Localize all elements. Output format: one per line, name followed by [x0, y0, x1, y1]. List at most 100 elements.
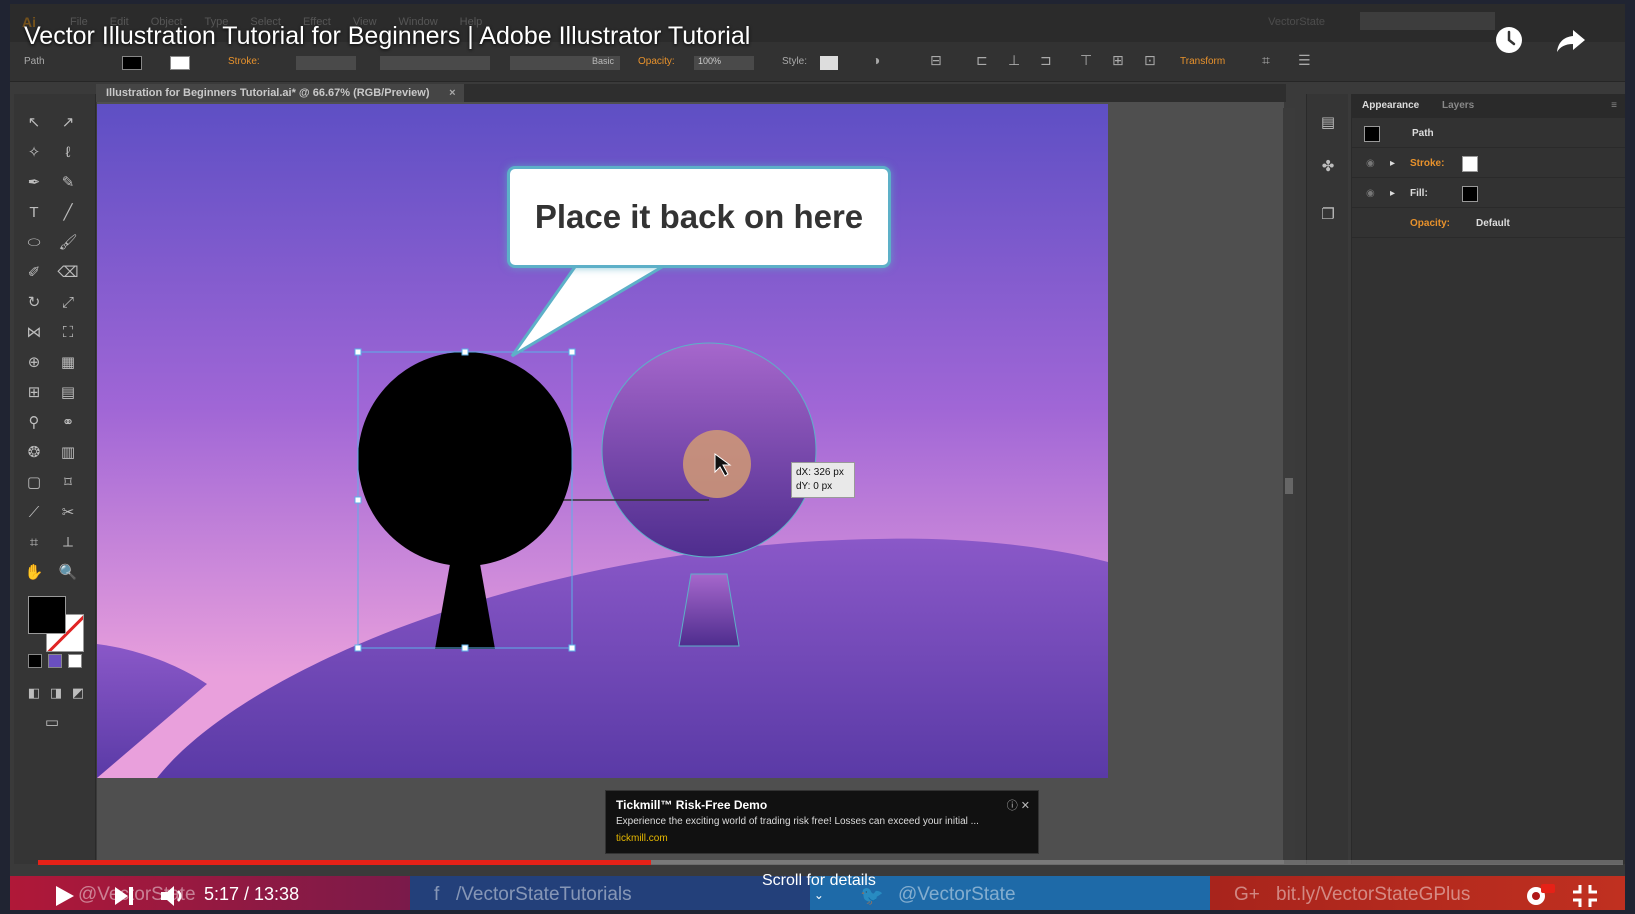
- curvature-tool-icon[interactable]: ✎: [56, 172, 80, 194]
- opacity-field[interactable]: 100%: [694, 56, 754, 70]
- align-center-icon[interactable]: ⊥: [1008, 52, 1020, 69]
- color-mode-icon[interactable]: [28, 654, 42, 668]
- gradient-mode-icon[interactable]: [48, 654, 62, 668]
- scissors-tool-icon[interactable]: ✂: [56, 502, 80, 524]
- eraser-tool-icon[interactable]: ⌫: [56, 262, 80, 284]
- exit-fullscreen-icon[interactable]: [1570, 882, 1600, 910]
- symbol-sprayer-tool-icon[interactable]: ❂: [22, 442, 46, 464]
- watch-later-icon[interactable]: [1493, 24, 1525, 56]
- fill-row-label[interactable]: Fill:: [1410, 188, 1428, 199]
- gradient-tool-icon[interactable]: ▤: [56, 382, 80, 404]
- isolate-icon[interactable]: ⌗: [1262, 52, 1270, 69]
- scrollbar-thumb[interactable]: [1285, 478, 1293, 494]
- play-icon[interactable]: [48, 882, 78, 910]
- visibility-eye-icon[interactable]: ◉: [1366, 158, 1375, 169]
- free-transform-tool-icon[interactable]: ⛶: [56, 322, 80, 344]
- shaper-tool-icon[interactable]: ✐: [22, 262, 46, 284]
- tab-layers[interactable]: Layers: [1442, 100, 1474, 111]
- selection-tool-icon[interactable]: ↖: [22, 112, 46, 134]
- stroke-swatch[interactable]: [170, 56, 190, 70]
- properties-panel-icon[interactable]: ▤: [1316, 112, 1340, 134]
- artboard-tool-icon[interactable]: ▢: [22, 472, 46, 494]
- screen-mode-icon[interactable]: ▭: [40, 712, 64, 734]
- magic-wand-tool-icon[interactable]: ✧: [22, 142, 46, 164]
- perspective-grid-tool-icon[interactable]: ▦: [56, 352, 80, 374]
- panel-menu-icon[interactable]: ☰: [1298, 52, 1311, 69]
- hand-tool-icon[interactable]: ✋: [22, 562, 46, 584]
- ad-title[interactable]: Tickmill™ Risk-Free Demo: [616, 798, 1028, 812]
- stroke-row-swatch[interactable]: [1462, 156, 1478, 172]
- appearance-object-row[interactable]: Path: [1352, 120, 1625, 148]
- slice-tool-icon[interactable]: ⌑: [56, 472, 80, 494]
- stroke-row-label[interactable]: Stroke:: [1410, 158, 1444, 169]
- video-player[interactable]: Ai File Edit Object Type Select Effect V…: [10, 4, 1625, 910]
- appearance-opacity-row[interactable]: Opacity: Default: [1352, 210, 1625, 238]
- appearance-stroke-row[interactable]: ◉ ▸ Stroke:: [1352, 150, 1625, 178]
- bbox-handle[interactable]: [461, 348, 469, 356]
- visibility-eye-icon[interactable]: ◉: [1366, 188, 1375, 199]
- draw-inside-icon[interactable]: ◩: [66, 682, 90, 704]
- help-search-input[interactable]: [1360, 12, 1495, 30]
- panel-menu-icon[interactable]: ≡: [1611, 100, 1617, 111]
- fill-swatch[interactable]: [122, 56, 142, 70]
- align-top-icon[interactable]: ⊤: [1080, 52, 1092, 69]
- graphic-style-swatch[interactable]: [820, 56, 838, 70]
- align-middle-icon[interactable]: ⊞: [1112, 52, 1124, 69]
- paintbrush-tool-icon[interactable]: 🖌: [56, 232, 80, 254]
- pen-tool-icon[interactable]: ✒: [22, 172, 46, 194]
- appearance-fill-row[interactable]: ◉ ▸ Fill:: [1352, 180, 1625, 208]
- transform-link[interactable]: Transform: [1180, 56, 1225, 67]
- scroll-hint[interactable]: Scroll for details ⌄: [762, 872, 876, 901]
- mesh-tool-icon[interactable]: ⊞: [22, 382, 46, 404]
- bbox-handle[interactable]: [568, 348, 576, 356]
- zoom-tool-icon[interactable]: 🔍: [56, 562, 80, 584]
- shape-builder-tool-icon[interactable]: ⊕: [22, 352, 46, 374]
- black-tree-crown[interactable]: [358, 352, 572, 566]
- brushes-panel-icon[interactable]: ✤: [1316, 156, 1340, 178]
- next-icon[interactable]: [110, 882, 138, 910]
- draw-behind-icon[interactable]: ◨: [44, 682, 68, 704]
- blend-tool-icon[interactable]: ⚭: [56, 412, 80, 434]
- align-right-icon[interactable]: ⊐: [1040, 52, 1052, 69]
- type-tool-icon[interactable]: T: [22, 202, 46, 224]
- align-icon[interactable]: ⊟: [930, 52, 942, 69]
- crop-tool-icon[interactable]: ⌗: [22, 532, 46, 554]
- volume-icon[interactable]: [158, 882, 190, 910]
- recolor-icon[interactable]: ◑: [872, 52, 880, 68]
- bbox-handle[interactable]: [354, 348, 362, 356]
- workspace-switcher[interactable]: VectorState: [1268, 16, 1325, 28]
- lasso-tool-icon[interactable]: ℓ: [56, 142, 80, 164]
- expand-arrow-icon[interactable]: ▸: [1390, 158, 1395, 169]
- settings-icon[interactable]: [1522, 882, 1556, 910]
- none-mode-icon[interactable]: [68, 654, 82, 668]
- fill-color-swatch[interactable]: [28, 596, 66, 634]
- measure-tool-icon[interactable]: ⟂: [56, 532, 80, 554]
- align-left-icon[interactable]: ⊏: [976, 52, 988, 69]
- bbox-handle[interactable]: [354, 496, 362, 504]
- width-tool-icon[interactable]: ⋈: [22, 322, 46, 344]
- ad-close-icon[interactable]: ⓘ ✕: [1007, 797, 1030, 813]
- expand-arrow-icon[interactable]: ▸: [1390, 188, 1395, 199]
- share-icon[interactable]: [1555, 24, 1587, 56]
- stroke-weight-field[interactable]: [296, 56, 356, 70]
- opacity-label[interactable]: Opacity:: [638, 56, 675, 67]
- bbox-handle[interactable]: [461, 644, 469, 652]
- knife-tool-icon[interactable]: ⟋: [22, 502, 46, 524]
- close-tab-icon[interactable]: ×: [449, 84, 455, 102]
- draw-normal-icon[interactable]: ◧: [22, 682, 46, 704]
- bbox-handle[interactable]: [354, 644, 362, 652]
- rotate-tool-icon[interactable]: ↻: [22, 292, 46, 314]
- column-graph-tool-icon[interactable]: ▥: [56, 442, 80, 464]
- document-tab[interactable]: Illustration for Beginners Tutorial.ai* …: [96, 84, 464, 102]
- direct-selection-tool-icon[interactable]: ↗: [56, 112, 80, 134]
- video-title[interactable]: Vector Illustration Tutorial for Beginne…: [24, 22, 750, 51]
- ad-url[interactable]: tickmill.com: [616, 833, 1028, 844]
- line-tool-icon[interactable]: ╱: [56, 202, 80, 224]
- bbox-handle[interactable]: [568, 644, 576, 652]
- stroke-label[interactable]: Stroke:: [228, 56, 260, 67]
- fill-row-swatch[interactable]: [1462, 186, 1478, 202]
- brush-definition-field[interactable]: Basic: [510, 56, 620, 70]
- variable-width-field[interactable]: [380, 56, 490, 70]
- ellipse-tool-icon[interactable]: ⬭: [22, 232, 46, 254]
- align-bottom-icon[interactable]: ⊡: [1144, 52, 1156, 69]
